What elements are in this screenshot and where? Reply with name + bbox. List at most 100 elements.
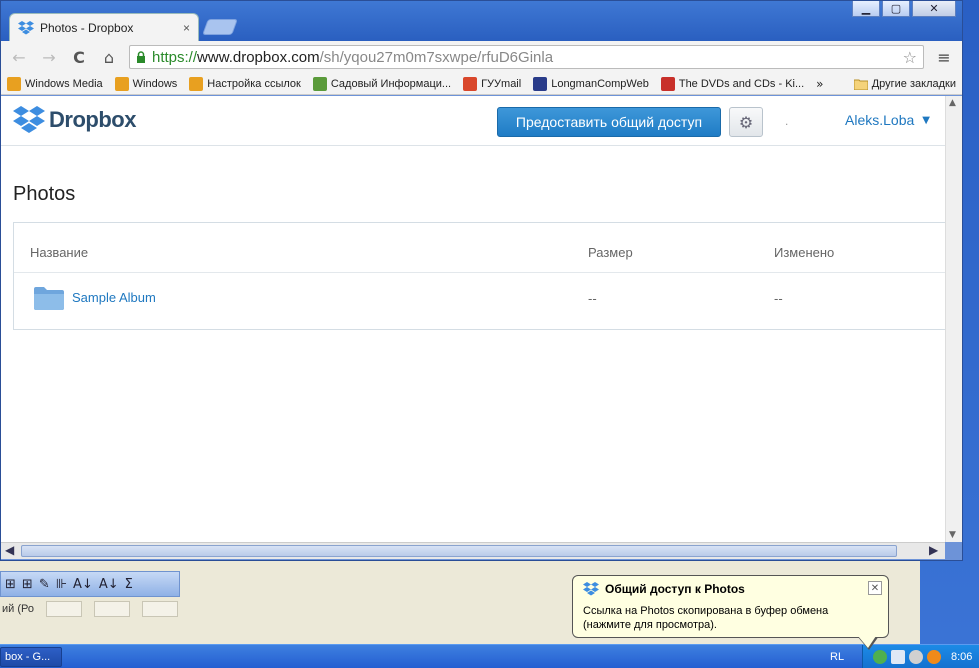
table-row[interactable]: Sample Album -- -- <box>14 274 952 330</box>
bookmark-item[interactable]: LongmanCompWeb <box>533 76 649 91</box>
new-tab-button[interactable] <box>202 19 238 35</box>
chevron-down-icon: ▼ <box>922 114 930 126</box>
dropbox-icon <box>583 582 599 596</box>
table-header: Название Размер Изменено <box>14 223 952 273</box>
address-bar[interactable]: https://www.dropbox.com/sh/yqou27m0m7sxw… <box>129 45 924 69</box>
dropbox-logo-text: Dropbox <box>49 107 136 132</box>
bg-tool-3[interactable]: ⊪ <box>56 577 67 592</box>
maximize-button[interactable]: ▢ <box>882 1 910 17</box>
column-header-name[interactable]: Название <box>30 245 88 260</box>
dropbox-tray-icon[interactable] <box>873 650 887 664</box>
bg-tool-6[interactable]: Σ <box>125 577 133 592</box>
bookmark-favicon <box>312 76 327 91</box>
row-size: -- <box>588 291 597 306</box>
url-host: www.dropbox.com <box>197 48 320 66</box>
bookmark-item[interactable]: ГУУmail <box>463 76 522 91</box>
window-controls: ▁ ▢ ✕ <box>852 1 956 17</box>
horizontal-scroll-thumb[interactable] <box>21 545 897 557</box>
lock-icon <box>137 50 145 63</box>
bookmark-favicon <box>7 76 21 91</box>
reload-button[interactable]: C <box>69 48 89 67</box>
dropbox-logo[interactable]: Dropbox <box>13 106 136 134</box>
taskbar: box - G... RL 8:06 <box>0 644 979 668</box>
scroll-right-icon[interactable]: ▶ <box>929 543 938 557</box>
page-title: Photos <box>13 183 76 205</box>
clock[interactable]: 8:06 <box>951 651 972 663</box>
account-name: Aleks.Loba <box>845 112 915 128</box>
folder-icon <box>853 79 868 90</box>
browser-titlebar: Photos - Dropbox × ▁ ▢ ✕ <box>1 1 962 41</box>
home-button[interactable]: ⌂ <box>99 48 119 67</box>
browser-window: Photos - Dropbox × ▁ ▢ ✕ ← → C ⌂ https:/… <box>0 0 963 561</box>
bookmarks-bar: Windows Media Windows Настройка ссылок С… <box>1 73 962 95</box>
bg-row-text: ий (Ро <box>2 603 34 615</box>
file-table: Название Размер Изменено Sample Album --… <box>13 222 953 330</box>
bookmark-item[interactable]: Настройка ссылок <box>189 76 301 91</box>
balloon-title: Общий доступ к Photos <box>605 582 745 596</box>
horizontal-scrollbar[interactable]: ◀ ▶ <box>1 542 945 559</box>
background-app-row: ий (Ро <box>0 599 200 619</box>
bookmarks-overflow-icon[interactable]: » <box>816 77 823 91</box>
url-protocol: https:// <box>152 48 198 66</box>
settings-gear-icon[interactable]: ⚙ <box>729 107 763 137</box>
folder-icon <box>34 287 64 310</box>
bg-cell <box>141 601 178 617</box>
background-app-toolbar: ⊞ ⊞ ✎ ⊪ A↓ A↓ Σ <box>0 571 180 597</box>
network-tray-icon[interactable] <box>891 650 905 664</box>
page-viewport: Dropbox Предоставить общий доступ ⚙ . Al… <box>1 96 962 542</box>
bookmark-item[interactable]: Садовый Информаци... <box>312 76 451 91</box>
bookmark-favicon <box>114 76 129 91</box>
column-header-modified[interactable]: Изменено <box>774 245 834 260</box>
bookmark-label: LongmanCompWeb <box>551 77 649 90</box>
close-window-button[interactable]: ✕ <box>912 1 956 17</box>
bookmark-label: Windows Media <box>25 77 103 90</box>
update-tray-icon[interactable] <box>927 650 941 664</box>
scroll-down-icon[interactable]: ▼ <box>949 530 956 540</box>
folder-link[interactable]: Sample Album <box>72 290 156 305</box>
bookmark-item[interactable]: The DVDs and CDs - Ki... <box>660 76 805 91</box>
bg-tool-1[interactable]: ⊞ <box>22 577 33 592</box>
bg-tool-5[interactable]: A↓ <box>99 577 119 592</box>
bookmark-favicon <box>189 76 204 91</box>
system-tray: 8:06 <box>862 645 979 668</box>
other-bookmarks-label: Другие закладки <box>871 77 956 90</box>
taskbar-item-browser[interactable]: box - G... <box>0 647 62 667</box>
scroll-left-icon[interactable]: ◀ <box>5 543 14 557</box>
tab-close-icon[interactable]: × <box>183 21 190 35</box>
other-bookmarks-folder[interactable]: Другие закладки <box>853 77 956 90</box>
dropbox-tab-icon <box>18 20 34 34</box>
separator-dot: . <box>785 114 789 128</box>
minimize-button[interactable]: ▁ <box>852 1 880 17</box>
browser-toolbar: ← → C ⌂ https://www.dropbox.com/sh/yqou2… <box>1 41 962 73</box>
notification-balloon[interactable]: Общий доступ к Photos Ссылка на Photos с… <box>572 575 889 638</box>
tab-photos-dropbox[interactable]: Photos - Dropbox × <box>9 13 199 41</box>
bookmark-label: Windows <box>132 77 178 90</box>
column-header-size[interactable]: Размер <box>588 245 633 260</box>
balloon-message: Ссылка на Photos скопирована в буфер обм… <box>583 605 829 631</box>
share-button[interactable]: Предоставить общий доступ <box>497 107 721 137</box>
bookmark-star-icon[interactable]: ☆ <box>903 48 917 67</box>
balloon-tail-inner <box>858 636 876 648</box>
language-indicator[interactable]: RL <box>830 651 844 663</box>
bg-tool-4[interactable]: A↓ <box>73 577 93 592</box>
forward-button[interactable]: → <box>39 48 59 67</box>
bookmark-favicon <box>533 76 548 91</box>
browser-menu-icon[interactable]: ≡ <box>934 48 954 67</box>
scroll-up-icon[interactable]: ▲ <box>949 98 956 108</box>
bookmark-item[interactable]: Windows <box>114 76 178 91</box>
url-path: /sh/yqou27m0m7sxwpe/rfuD6Ginla <box>319 48 554 66</box>
bg-cell <box>93 601 130 617</box>
bookmark-item[interactable]: Windows Media <box>7 76 103 91</box>
bookmark-favicon <box>660 76 675 91</box>
security-tray-icon[interactable] <box>909 650 923 664</box>
bg-tool-2[interactable]: ✎ <box>39 577 50 592</box>
balloon-close-icon[interactable]: ✕ <box>868 581 882 595</box>
account-menu[interactable]: Aleks.Loba ▼ <box>845 112 930 128</box>
vertical-scrollbar[interactable]: ▲ ▼ <box>945 96 962 542</box>
back-button[interactable]: ← <box>9 48 29 67</box>
bookmark-label: ГУУmail <box>481 77 522 90</box>
bg-tool-0[interactable]: ⊞ <box>5 577 16 592</box>
dropbox-logo-icon <box>13 106 45 133</box>
bookmark-label: The DVDs and CDs - Ki... <box>678 77 805 90</box>
bookmark-label: Настройка ссылок <box>207 77 301 90</box>
